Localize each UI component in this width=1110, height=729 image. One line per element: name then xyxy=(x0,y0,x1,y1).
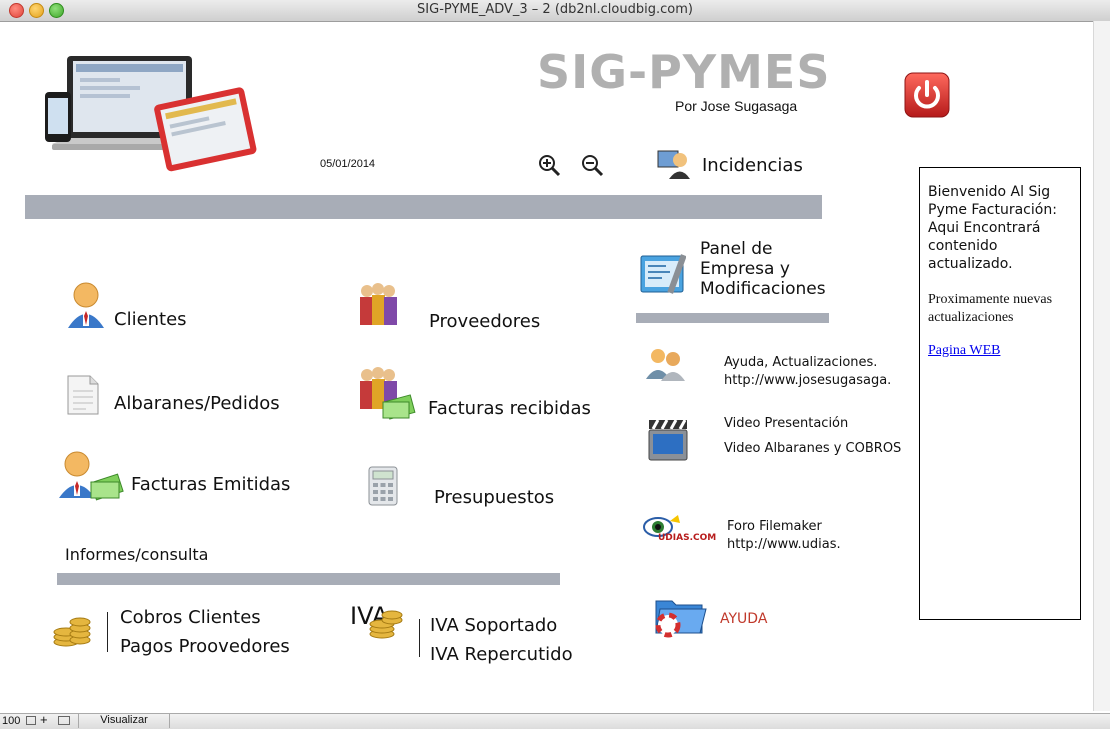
window-titlebar: SIG-PYME_ADV_3 – 2 (db2nl.cloudbig.com) xyxy=(0,0,1110,22)
toggle-toolbar-button[interactable] xyxy=(58,716,70,725)
iva-soportado-link[interactable]: IVA Soportado xyxy=(430,615,557,636)
zoom-out-icon[interactable] xyxy=(580,153,604,177)
status-bar: 100 + Visualizar xyxy=(0,713,1110,729)
albaranes-link[interactable]: Albaranes/Pedidos xyxy=(114,393,280,414)
coins-icon xyxy=(52,612,92,648)
cobros-separator xyxy=(107,612,108,652)
panel-line-1: Panel de xyxy=(700,239,773,259)
ayuda-line-2: http://www.josesugasaga. xyxy=(724,372,892,388)
pagos-proveedores-link[interactable]: Pagos Proovedores xyxy=(120,636,290,657)
clientes-link[interactable]: Clientes xyxy=(114,309,187,330)
welcome-text: Bienvenido Al Sig Pyme Facturación: Aqui… xyxy=(928,184,1057,272)
zoom-in-button[interactable]: + xyxy=(40,713,48,726)
facturas-emitidas-icon[interactable] xyxy=(57,450,125,502)
current-date: 05/01/2014 xyxy=(320,158,376,170)
users-icon[interactable] xyxy=(645,347,687,381)
welcome-panel: Bienvenido Al Sig Pyme Facturación: Aqui… xyxy=(919,167,1081,620)
presupuestos-link[interactable]: Presupuestos xyxy=(434,487,554,508)
udias-logo[interactable]: UDIAS.COM xyxy=(640,513,716,549)
mode-selector[interactable]: Visualizar xyxy=(78,714,170,728)
panel-empresa-link[interactable]: Panel de Empresa y Modificaciones xyxy=(700,239,826,299)
author-label: Por Jose Sugasaga xyxy=(675,98,798,114)
zoom-in-icon[interactable] xyxy=(537,153,561,177)
zoom-level[interactable]: 100 xyxy=(2,715,20,727)
incidencias-icon[interactable] xyxy=(657,148,691,180)
iva-coins-icon xyxy=(368,608,404,640)
informes-heading: Informes/consulta xyxy=(65,545,209,564)
power-icon xyxy=(904,72,950,118)
panel-line-2: Empresa y xyxy=(700,259,790,279)
updates-text: Proximamente nuevas actualizaciones xyxy=(928,292,1053,325)
panel-line-3: Modificaciones xyxy=(700,279,826,299)
ayuda-line-1: Ayuda, Actualizaciones. xyxy=(724,355,878,370)
video-clapper-icon[interactable] xyxy=(648,418,688,462)
iva-separator xyxy=(419,619,420,657)
app-title: SIG-PYMES xyxy=(537,45,831,99)
video-albaranes-link[interactable]: Video Albaranes y COBROS xyxy=(724,440,901,458)
power-button[interactable] xyxy=(904,72,950,118)
pagina-web-link[interactable]: Pagina WEB xyxy=(928,343,1072,359)
foro-filemaker-link[interactable]: Foro Filemaker http://www.udias. xyxy=(727,518,841,553)
albaranes-icon[interactable] xyxy=(66,375,100,415)
panel-divider-bar xyxy=(636,313,829,323)
ayuda-link[interactable]: AYUDA xyxy=(720,611,767,627)
panel-empresa-icon[interactable] xyxy=(640,252,686,296)
proveedores-link[interactable]: Proveedores xyxy=(429,311,540,332)
vertical-scrollbar[interactable] xyxy=(1093,21,1110,711)
informes-divider-bar xyxy=(57,573,560,585)
foro-line-1: Foro Filemaker xyxy=(727,519,822,534)
foro-line-2: http://www.udias. xyxy=(727,536,841,552)
facturas-recibidas-link[interactable]: Facturas recibidas xyxy=(428,398,591,419)
zoom-out-button[interactable] xyxy=(26,716,36,725)
proveedores-icon[interactable] xyxy=(357,282,399,328)
iva-repercutido-link[interactable]: IVA Repercutido xyxy=(430,644,573,665)
udias-logo-text: UDIAS.COM xyxy=(658,533,717,543)
video-presentacion-link[interactable]: Video Presentación xyxy=(724,415,848,433)
ayuda-actualizaciones-link[interactable]: Ayuda, Actualizaciones. http://www.joses… xyxy=(724,354,891,389)
help-folder-icon[interactable] xyxy=(654,593,708,639)
incidencias-link[interactable]: Incidencias xyxy=(702,155,803,176)
calculator-icon[interactable] xyxy=(368,466,398,506)
cobros-clientes-link[interactable]: Cobros Clientes xyxy=(120,607,261,628)
devices-image xyxy=(42,52,257,177)
clientes-icon[interactable] xyxy=(66,280,106,330)
facturas-recibidas-icon[interactable] xyxy=(357,366,417,422)
facturas-emitidas-link[interactable]: Facturas Emitidas xyxy=(131,474,290,495)
header-divider-bar xyxy=(25,195,822,219)
window-title: SIG-PYME_ADV_3 – 2 (db2nl.cloudbig.com) xyxy=(417,2,693,17)
